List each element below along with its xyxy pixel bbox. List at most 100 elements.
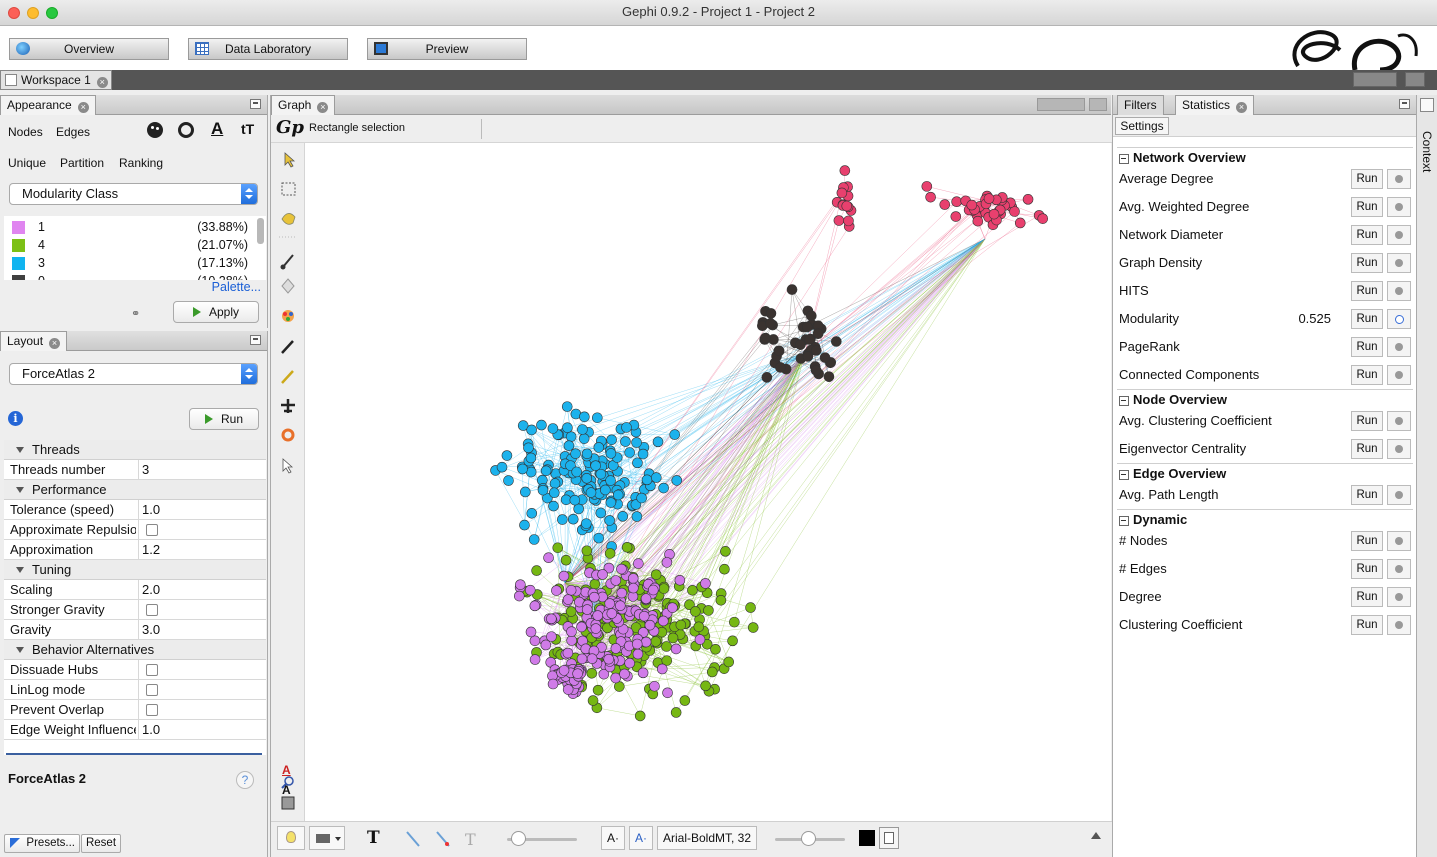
- graph-node[interactable]: [670, 643, 682, 655]
- graph-node[interactable]: [667, 602, 678, 613]
- graph-node[interactable]: [531, 565, 542, 576]
- graph-node[interactable]: [621, 422, 632, 433]
- partition-list[interactable]: 1 (33.88%) 4 (21.07%) 3 (17.13%) 0 (10.2…: [4, 216, 266, 280]
- dynamic-header[interactable]: Dynamic: [1117, 509, 1413, 529]
- graph-node[interactable]: [675, 619, 687, 631]
- graph-node[interactable]: [549, 478, 561, 489]
- data-laboratory-button[interactable]: Data Laboratory: [188, 38, 348, 60]
- graph-node[interactable]: [562, 594, 574, 605]
- graph-node[interactable]: [765, 308, 777, 319]
- graph-node[interactable]: [631, 437, 642, 448]
- appearance-edges-tab[interactable]: Edges: [56, 125, 90, 139]
- graph-node[interactable]: [719, 563, 730, 575]
- graph-node[interactable]: [620, 436, 631, 447]
- partition-color-swatch[interactable]: [12, 275, 25, 280]
- background-color-icon[interactable]: [281, 796, 295, 810]
- graph-node[interactable]: [529, 654, 541, 665]
- prop-value[interactable]: 2.0: [138, 580, 266, 599]
- prop-stronger-gravity[interactable]: Stronger Gravity: [4, 600, 266, 620]
- graph-node[interactable]: [723, 656, 735, 668]
- stat-run-button[interactable]: Run: [1351, 309, 1383, 329]
- label-attributes-icon[interactable]: [879, 827, 899, 849]
- prop-dissuade-hubs[interactable]: Dissuade Hubs: [4, 660, 266, 680]
- graph-node[interactable]: [595, 507, 607, 519]
- diamond-size-icon[interactable]: [281, 278, 295, 294]
- partition-attribute-select[interactable]: Modularity Class: [9, 183, 258, 205]
- label-color-icon[interactable]: A: [211, 119, 223, 139]
- shortest-path-plane-icon[interactable]: [281, 399, 295, 413]
- edge-labels-toggle-icon[interactable]: T: [465, 830, 476, 849]
- graph-node[interactable]: [586, 653, 598, 664]
- graph-node[interactable]: [806, 310, 817, 322]
- graph-node[interactable]: [634, 710, 646, 722]
- graph-node[interactable]: [700, 680, 711, 692]
- linlog-mode-checkbox[interactable]: [146, 684, 158, 696]
- graph-node[interactable]: [592, 412, 603, 424]
- graph-node[interactable]: [652, 436, 664, 448]
- label-font-button[interactable]: Arial-BoldMT, 32: [657, 826, 757, 850]
- graph-node[interactable]: [581, 604, 593, 615]
- graph-node[interactable]: [836, 187, 848, 199]
- graph-node[interactable]: [1022, 194, 1034, 205]
- graph-node[interactable]: [765, 318, 776, 329]
- stat-run-button[interactable]: Run: [1351, 587, 1383, 607]
- partition-color-swatch[interactable]: [12, 221, 25, 234]
- graph-node[interactable]: [562, 684, 574, 695]
- graph-node[interactable]: [537, 484, 549, 496]
- graph-node[interactable]: [548, 487, 560, 499]
- minimize-statistics-icon[interactable]: [1399, 99, 1410, 109]
- graph-node[interactable]: [988, 208, 1000, 220]
- close-layout-icon[interactable]: ×: [49, 338, 61, 349]
- stat-status-icon[interactable]: [1387, 225, 1411, 245]
- stat-status-icon[interactable]: [1387, 439, 1411, 459]
- graph-node[interactable]: [566, 626, 577, 638]
- reset-label-size-icon[interactable]: A: [282, 783, 291, 797]
- graph-node[interactable]: [547, 678, 559, 690]
- graph-node[interactable]: [605, 448, 617, 459]
- minimize-appearance-icon[interactable]: [250, 99, 261, 109]
- graph-node[interactable]: [644, 619, 656, 631]
- graph-node[interactable]: [523, 442, 534, 454]
- graph-node[interactable]: [951, 196, 962, 208]
- stat-run-button[interactable]: Run: [1351, 365, 1383, 385]
- graph-node[interactable]: [565, 606, 577, 617]
- stat-run-button[interactable]: Run: [1351, 281, 1383, 301]
- tab-graph[interactable]: Graph ×: [271, 95, 336, 115]
- graph-node[interactable]: [795, 339, 806, 350]
- graph-canvas[interactable]: [305, 143, 1112, 821]
- graph-node[interactable]: [585, 487, 597, 498]
- stat-status-icon[interactable]: [1387, 485, 1411, 505]
- graph-node[interactable]: [679, 695, 691, 706]
- partition-row[interactable]: 0 (10.28%): [4, 272, 254, 280]
- graph-node[interactable]: [745, 602, 756, 613]
- heat-map-gear-icon[interactable]: [281, 428, 295, 442]
- graph-node[interactable]: [617, 511, 629, 522]
- graph-node[interactable]: [597, 569, 608, 580]
- prop-prevent-overlap[interactable]: Prevent Overlap: [4, 700, 266, 720]
- graph-node[interactable]: [604, 548, 616, 559]
- graph-node[interactable]: [640, 593, 652, 604]
- close-workspace-icon[interactable]: ×: [96, 77, 108, 88]
- stat-run-button[interactable]: Run: [1351, 197, 1383, 217]
- section-behavior-alternatives[interactable]: Behavior Alternatives: [4, 640, 266, 660]
- graph-node[interactable]: [565, 584, 577, 596]
- partition-scrollbar[interactable]: [257, 218, 264, 244]
- stat-status-icon[interactable]: [1387, 253, 1411, 273]
- edge-visibility-icon[interactable]: [406, 831, 420, 847]
- info-icon[interactable]: i: [8, 411, 23, 426]
- graph-node[interactable]: [674, 575, 686, 586]
- graph-node[interactable]: [529, 635, 541, 647]
- stat-status-icon[interactable]: [1387, 559, 1411, 579]
- graph-node[interactable]: [833, 215, 845, 226]
- graph-node[interactable]: [610, 643, 622, 654]
- appearance-nodes-tab[interactable]: Nodes: [8, 125, 43, 139]
- graph-node[interactable]: [563, 440, 575, 452]
- graph-node[interactable]: [720, 546, 731, 557]
- graph-node[interactable]: [526, 424, 537, 436]
- graph-node[interactable]: [950, 211, 962, 222]
- light-bulb-icon[interactable]: [277, 826, 305, 850]
- stat-run-button[interactable]: Run: [1351, 253, 1383, 273]
- pointer-tool-icon[interactable]: [284, 152, 296, 168]
- graph-node[interactable]: [503, 475, 514, 486]
- graph-node[interactable]: [804, 334, 815, 345]
